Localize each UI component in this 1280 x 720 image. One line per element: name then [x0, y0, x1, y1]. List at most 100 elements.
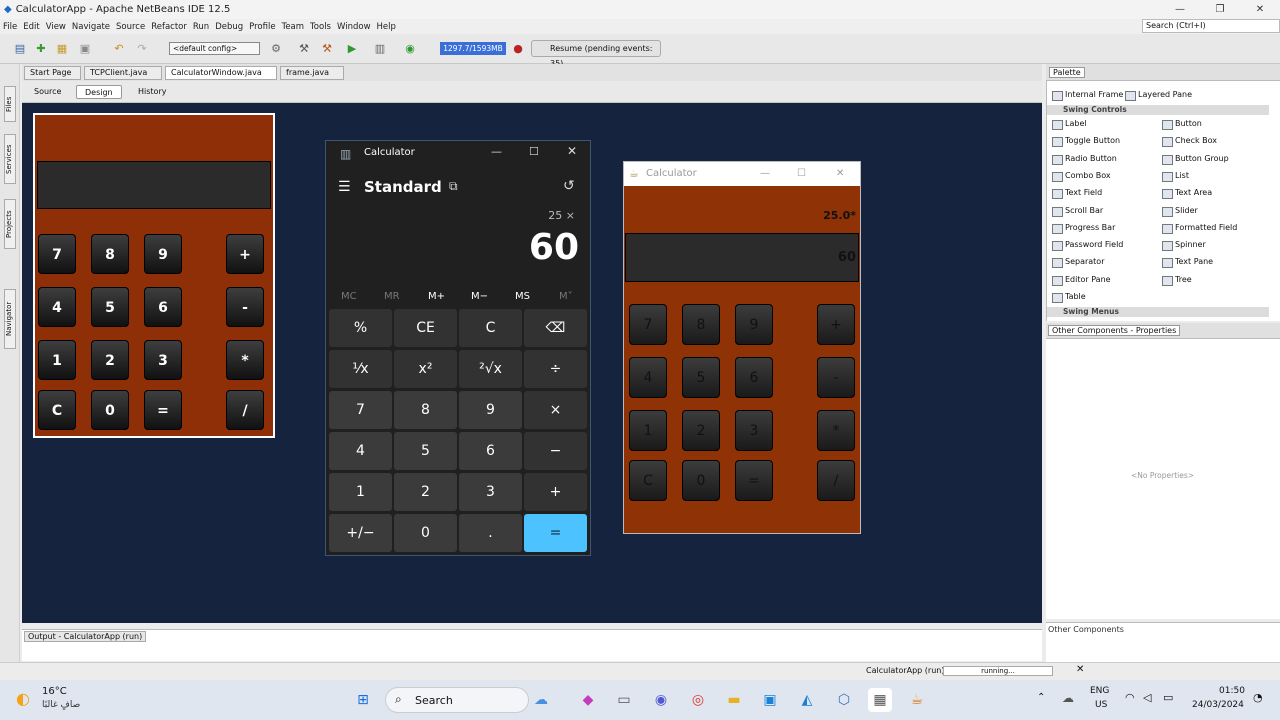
design-key-3-2[interactable]: =	[144, 390, 182, 430]
menu-edit[interactable]: Edit	[20, 22, 42, 32]
design-key-1-2[interactable]: 6	[144, 287, 182, 327]
run-key-2-1[interactable]: 2	[682, 410, 720, 451]
design-key-2-1[interactable]: 2	[91, 340, 129, 380]
palette-layered-pane[interactable]: Layered Pane	[1122, 90, 1192, 101]
menu-view[interactable]: View	[43, 22, 69, 32]
run-key-1-0[interactable]: 4	[629, 357, 667, 398]
design-key-1-3[interactable]: -	[226, 287, 264, 327]
design-key-2-3[interactable]: *	[226, 340, 264, 380]
win-key-3-1[interactable]: 5	[394, 432, 457, 470]
palette-item-formatted-field[interactable]: Formatted Field	[1159, 223, 1237, 234]
design-key-2-2[interactable]: 3	[144, 340, 182, 380]
design-key-0-3[interactable]: +	[226, 234, 264, 274]
tab-design[interactable]: Design	[76, 85, 122, 99]
win-key-2-3[interactable]: ×	[524, 391, 587, 429]
menu-navigate[interactable]: Navigate	[69, 22, 113, 32]
design-display[interactable]	[37, 161, 271, 209]
run-key-3-3[interactable]: /	[817, 460, 855, 501]
clock-date[interactable]: 24/03/2024	[1192, 700, 1244, 710]
save-all-icon[interactable]: ▣	[77, 41, 93, 56]
design-key-3-1[interactable]: 0	[91, 390, 129, 430]
palette-item-check-box[interactable]: Check Box	[1159, 136, 1217, 148]
menu-refactor[interactable]: Refactor	[148, 22, 190, 32]
tray-chevron-icon[interactable]: ⌃	[1037, 692, 1045, 703]
run-key-3-2[interactable]: =	[735, 460, 773, 501]
design-key-1-1[interactable]: 5	[91, 287, 129, 327]
menu-window[interactable]: Window	[334, 22, 374, 32]
cloud-icon[interactable]: ☁	[529, 688, 553, 712]
palette-group-controls[interactable]: Swing Controls	[1047, 105, 1269, 115]
memory-key-2[interactable]: M+	[428, 291, 445, 302]
menu-file[interactable]: File	[0, 22, 20, 32]
debug-icon[interactable]: ▥	[372, 41, 388, 56]
tab-source[interactable]: Source	[26, 85, 69, 99]
design-key-0-2[interactable]: 9	[144, 234, 182, 274]
close-button[interactable]: ✕	[1240, 0, 1280, 19]
services-tab[interactable]: Services	[4, 134, 16, 184]
win-key-5-1[interactable]: 0	[394, 514, 457, 552]
run-key-1-3[interactable]: -	[817, 357, 855, 398]
memory-key-5[interactable]: M˅	[559, 291, 573, 302]
redo-icon[interactable]: ↷	[134, 41, 150, 56]
run-key-3-1[interactable]: 0	[682, 460, 720, 501]
output-tab[interactable]: Output - CalculatorApp (run)	[24, 631, 147, 642]
undo-icon[interactable]: ↶	[111, 41, 127, 56]
task-view-icon[interactable]: ▭	[612, 688, 636, 712]
design-key-3-0[interactable]: C	[38, 390, 76, 430]
stop-icon[interactable]: ●	[510, 41, 526, 56]
menu-help[interactable]: Help	[374, 22, 399, 32]
win-key-4-0[interactable]: 1	[329, 473, 392, 511]
palette-item-combo-box[interactable]: Combo Box	[1049, 171, 1111, 182]
run-maximize-button[interactable]: ☐	[797, 162, 806, 186]
palette-item-progress-bar[interactable]: Progress Bar	[1049, 223, 1115, 234]
tab-start-page[interactable]: Start Page	[24, 66, 81, 80]
palette-item-button[interactable]: Button	[1159, 119, 1202, 130]
teams-icon[interactable]: ◉	[649, 688, 673, 712]
palette-item-tree[interactable]: Tree	[1159, 275, 1192, 286]
chrome-icon[interactable]: ◎	[686, 688, 710, 712]
open-project-icon[interactable]: ▦	[54, 41, 70, 56]
weather-temp[interactable]: 16°C	[42, 686, 67, 697]
maximize-button[interactable]: ❐	[1200, 0, 1240, 19]
run-key-0-2[interactable]: 9	[735, 304, 773, 345]
win-key-0-2[interactable]: C	[459, 309, 522, 347]
win-key-5-3[interactable]: =	[524, 514, 587, 552]
clock-time[interactable]: 01:50	[1219, 686, 1245, 696]
palette-item-password-field[interactable]: Password Field	[1049, 240, 1123, 252]
copilot-icon[interactable]: ◆	[576, 688, 600, 712]
win-key-2-1[interactable]: 8	[394, 391, 457, 429]
design-key-0-0[interactable]: 7	[38, 234, 76, 274]
minimize-button[interactable]: —	[1160, 0, 1200, 19]
profile-icon[interactable]: ◉	[402, 41, 418, 56]
keep-on-top-icon[interactable]: ⧉	[449, 179, 458, 194]
vscode-icon[interactable]: ◭	[795, 688, 819, 712]
calculator-icon[interactable]: ▦	[868, 688, 892, 712]
memory-key-3[interactable]: M−	[471, 291, 488, 302]
file-explorer-icon[interactable]: ▬	[722, 688, 746, 712]
volume-icon[interactable]: ◁	[1143, 691, 1151, 704]
palette-group-menus[interactable]: Swing Menus	[1047, 307, 1269, 317]
palette-item-radio-button[interactable]: Radio Button	[1049, 154, 1117, 165]
menu-icon[interactable]: ☰	[338, 179, 351, 195]
hammer-icon[interactable]: ⚒	[296, 41, 312, 56]
design-key-1-0[interactable]: 4	[38, 287, 76, 327]
palette-tab[interactable]: Palette	[1049, 67, 1085, 78]
clean-build-icon[interactable]: ⚒	[319, 41, 335, 56]
memory-key-0[interactable]: MC	[341, 291, 357, 302]
win-key-1-3[interactable]: ÷	[524, 350, 587, 388]
weather-condition[interactable]: صافٍ غالبًا	[42, 700, 80, 710]
win-key-1-2[interactable]: ²√x	[459, 350, 522, 388]
menu-debug[interactable]: Debug	[212, 22, 246, 32]
win-key-3-2[interactable]: 6	[459, 432, 522, 470]
menu-team[interactable]: Team	[279, 22, 307, 32]
win-key-4-2[interactable]: 3	[459, 473, 522, 511]
win-key-0-1[interactable]: CE	[394, 309, 457, 347]
monitor-icon[interactable]: ▣	[758, 688, 782, 712]
tab-calculator-window[interactable]: CalculatorWindow.java	[165, 66, 277, 80]
status-close-icon[interactable]: ✕	[1076, 664, 1084, 675]
palette-internal-frame[interactable]: Internal Frame	[1049, 90, 1123, 101]
run-key-2-0[interactable]: 1	[629, 410, 667, 451]
tab-frame[interactable]: frame.java	[280, 66, 344, 80]
win-key-3-3[interactable]: −	[524, 432, 587, 470]
menu-run[interactable]: Run	[190, 22, 212, 32]
